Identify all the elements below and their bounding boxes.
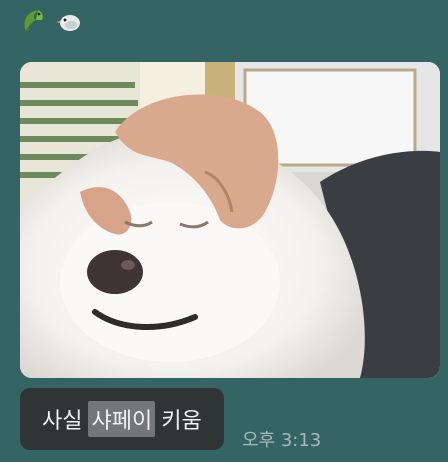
message-photo[interactable] [20, 62, 440, 378]
message-timestamp: 오후 3:13 [242, 430, 322, 451]
dog-photo [20, 62, 440, 378]
bird-emoji-icon[interactable] [54, 6, 84, 36]
message-text-before: 사실 [42, 409, 83, 434]
reaction-bar [18, 6, 84, 36]
message-bubble[interactable]: 사실 샤페이 키움 [20, 388, 224, 450]
message-text-highlight: 샤페이 [88, 401, 156, 437]
crocodile-emoji-icon[interactable] [18, 6, 48, 36]
chat-window: 사실 샤페이 키움 오후 3:13 [0, 0, 448, 462]
message-text-after: 키움 [161, 409, 202, 434]
